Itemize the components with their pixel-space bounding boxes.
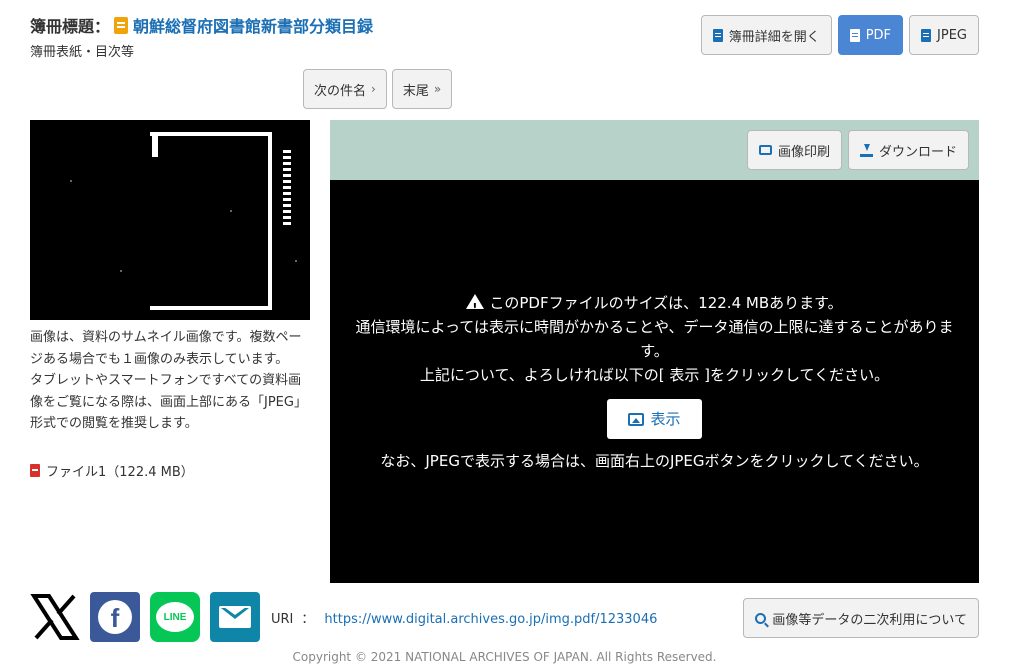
show-pdf-label: 表示	[650, 410, 681, 428]
pdf-file-icon	[30, 464, 40, 477]
pdf-button[interactable]: PDF	[837, 15, 904, 55]
download-label: ダウンロード	[878, 144, 957, 160]
document-icon	[712, 28, 723, 42]
thumbnail-description: 画像は、資料のサムネイル画像です。複数ページある場合でも１画像のみ表示しています…	[30, 327, 310, 435]
size-warning-message: このPDFファイルのサイズは、122.4 MBあります。 通信環境によっては表示…	[330, 291, 979, 473]
next-item-label: 次の件名	[314, 83, 367, 99]
uri-line: URI ： https://www.digital.archives.go.jp/i…	[271, 608, 657, 627]
last-item-label: 末尾	[402, 83, 429, 99]
warning-line: 上記について、よろしければ以下の[ 表示 ]をクリックしてください。	[419, 366, 890, 384]
print-image-button[interactable]: 画像印刷	[746, 130, 842, 170]
pdf-file-icon	[849, 28, 860, 42]
document-thumbnail[interactable]	[30, 120, 310, 320]
warning-triangle-icon	[466, 294, 485, 320]
thumbnail-page-edge	[152, 135, 158, 157]
file-link[interactable]: ファイル1（122.4 MB）	[30, 461, 194, 480]
viewer-actions: 画像印刷 ダウンロード	[746, 130, 969, 170]
line-icon: LINE	[156, 602, 194, 632]
mail-icon	[219, 606, 251, 628]
thumbnail-speck	[230, 210, 232, 212]
print-image-label: 画像印刷	[777, 144, 830, 160]
copyright: Copyright © 2021 NATIONAL ARCHIVES OF JA…	[292, 650, 717, 664]
mail-share-button[interactable]	[210, 592, 260, 642]
format-buttons: 簿冊詳細を開く PDF JPEG	[700, 15, 979, 55]
search-icon	[755, 612, 767, 624]
double-chevron-right-icon: »	[433, 82, 442, 96]
last-item-button[interactable]: 末尾 »	[391, 69, 453, 109]
secondary-use-label: 画像等データの二次利用について	[772, 612, 967, 628]
warning-line: 通信環境によっては表示に時間がかかることや、データ通信の上限に達することがありま…	[355, 318, 954, 360]
thumbnail-speck	[70, 180, 72, 182]
warning-line: このPDFファイルのサイズは、122.4 MBあります。	[348, 291, 961, 320]
uri-link[interactable]: https://www.digital.archives.go.jp/img.p…	[324, 612, 657, 627]
pdf-label: PDF	[865, 27, 892, 43]
secondary-use-button[interactable]: 画像等データの二次利用について	[743, 598, 979, 638]
jpeg-label: JPEG	[937, 27, 967, 43]
item-navigation: 次の件名 › 末尾 »	[303, 69, 453, 109]
warning-line-text: このPDFファイルのサイズは、122.4 MBあります。	[489, 294, 843, 312]
images-icon	[628, 412, 645, 426]
open-volume-detail-button[interactable]: 簿冊詳細を開く	[700, 15, 832, 55]
uri-separator: ：	[301, 612, 315, 627]
image-file-icon	[921, 28, 932, 42]
jpeg-button[interactable]: JPEG	[909, 15, 979, 55]
file-link-label: ファイル1（122.4 MB）	[46, 465, 194, 480]
title-label: 簿冊標題：	[30, 17, 111, 36]
printer-icon	[758, 145, 772, 155]
x-share-button[interactable]	[30, 592, 80, 642]
thumbnail-speck	[295, 260, 297, 262]
chevron-right-icon: ›	[371, 82, 376, 96]
x-logo-icon	[30, 594, 80, 640]
thumbnail-description-line: 画像は、資料のサムネイル画像です。複数ページある場合でも１画像のみ表示しています…	[30, 330, 302, 367]
download-icon	[859, 143, 873, 157]
line-share-button[interactable]: LINE	[150, 592, 200, 642]
jpeg-note: なお、JPEGで表示する場合は、画面右上のJPEGボタンをクリックしてください。	[380, 452, 929, 470]
next-item-button[interactable]: 次の件名 ›	[303, 69, 387, 109]
thumbnail-ruler	[283, 150, 291, 228]
uri-label: URI	[271, 612, 294, 627]
pdf-viewer: このPDFファイルのサイズは、122.4 MBあります。 通信環境によっては表示…	[330, 180, 979, 583]
volume-title-link[interactable]: 朝鮮総督府図書館新書部分類目録	[133, 13, 373, 37]
open-volume-detail-label: 簿冊詳細を開く	[728, 29, 820, 45]
book-icon	[114, 16, 129, 34]
show-pdf-button[interactable]: 表示	[607, 399, 702, 439]
thumbnail-speck	[120, 270, 122, 272]
thumbnail-description-line: タブレットやスマートフォンですべての資料画像をご覧になる際は、画面上部にある「J…	[30, 373, 307, 431]
title-line: 簿冊標題： 朝鮮総督府図書館新書部分類目録	[30, 13, 373, 37]
page-subtitle: 簿冊表紙・目次等	[30, 45, 135, 60]
thumbnail-page-frame	[150, 132, 272, 310]
download-button[interactable]: ダウンロード	[847, 130, 969, 170]
social-share: f LINE	[30, 592, 260, 642]
facebook-share-button[interactable]: f	[90, 592, 140, 642]
viewer-toolbar: 画像印刷 ダウンロード	[330, 120, 979, 180]
facebook-icon: f	[98, 600, 132, 634]
